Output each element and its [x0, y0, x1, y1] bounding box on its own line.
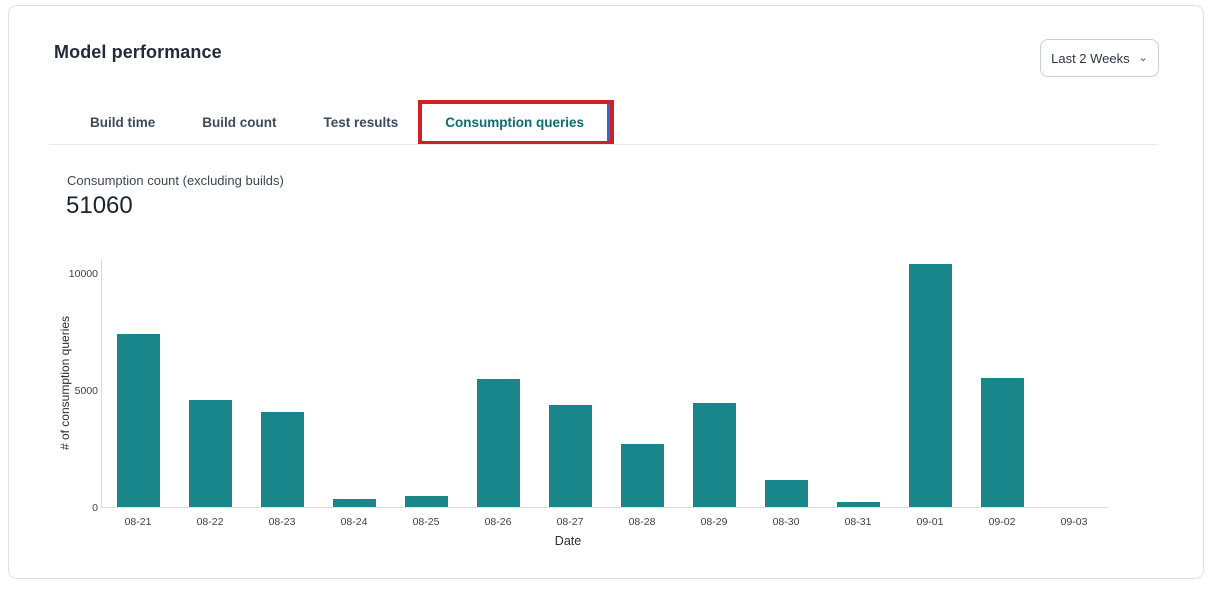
annotation-blue-edge [607, 104, 610, 141]
bar-08-27[interactable] [549, 405, 592, 507]
bar-08-22[interactable] [189, 400, 232, 507]
x-tick-label: 08-29 [684, 516, 744, 528]
tab-divider [49, 144, 1158, 145]
tab-build-count[interactable]: Build count [202, 113, 276, 133]
y-tick-label: 0 [54, 502, 98, 514]
bar-chart-plot-area: # of consumption queries Date 0500010000… [101, 259, 1109, 508]
x-tick-label: 08-28 [612, 516, 672, 528]
time-range-dropdown[interactable]: Last 2 Weeks ⌄ [1040, 39, 1159, 77]
tab-bar: Build time Build count Test results Cons… [90, 113, 584, 133]
metric-value: 51060 [66, 192, 133, 220]
y-tick-label: 10000 [54, 268, 98, 280]
bar-08-23[interactable] [261, 412, 304, 507]
chevron-down-icon: ⌄ [1139, 51, 1148, 64]
bar-08-25[interactable] [405, 496, 448, 507]
x-tick-label: 08-31 [828, 516, 888, 528]
y-tick-label: 5000 [54, 385, 98, 397]
bar-09-02[interactable] [981, 378, 1024, 507]
tab-test-results[interactable]: Test results [324, 113, 399, 133]
x-tick-label: 09-03 [1044, 516, 1104, 528]
x-tick-label: 09-02 [972, 516, 1032, 528]
bar-08-21[interactable] [117, 334, 160, 507]
x-tick-label: 08-24 [324, 516, 384, 528]
x-tick-label: 08-22 [180, 516, 240, 528]
x-tick-label: 08-30 [756, 516, 816, 528]
x-axis-title: Date [555, 534, 581, 548]
x-tick-label: 08-21 [108, 516, 168, 528]
time-range-value: Last 2 Weeks [1051, 51, 1130, 66]
bar-08-30[interactable] [765, 480, 808, 507]
model-performance-card: Model performance Last 2 Weeks ⌄ Build t… [8, 5, 1204, 579]
bar-08-24[interactable] [333, 499, 376, 507]
bar-08-26[interactable] [477, 379, 520, 507]
y-axis-title-wrap: # of consumption queries [50, 259, 80, 507]
bar-08-31[interactable] [837, 502, 880, 507]
x-tick-label: 09-01 [900, 516, 960, 528]
tab-label: Consumption queries [445, 115, 584, 130]
x-tick-label: 08-27 [540, 516, 600, 528]
x-tick-label: 08-26 [468, 516, 528, 528]
y-axis-title: # of consumption queries [58, 316, 72, 450]
bar-09-01[interactable] [909, 264, 952, 507]
bar-08-28[interactable] [621, 444, 664, 507]
tab-build-time[interactable]: Build time [90, 113, 155, 133]
page-title: Model performance [54, 42, 222, 63]
x-tick-label: 08-23 [252, 516, 312, 528]
metric-label: Consumption count (excluding builds) [67, 173, 284, 188]
tab-consumption-queries[interactable]: Consumption queries [445, 113, 584, 133]
x-tick-label: 08-25 [396, 516, 456, 528]
bar-08-29[interactable] [693, 403, 736, 507]
